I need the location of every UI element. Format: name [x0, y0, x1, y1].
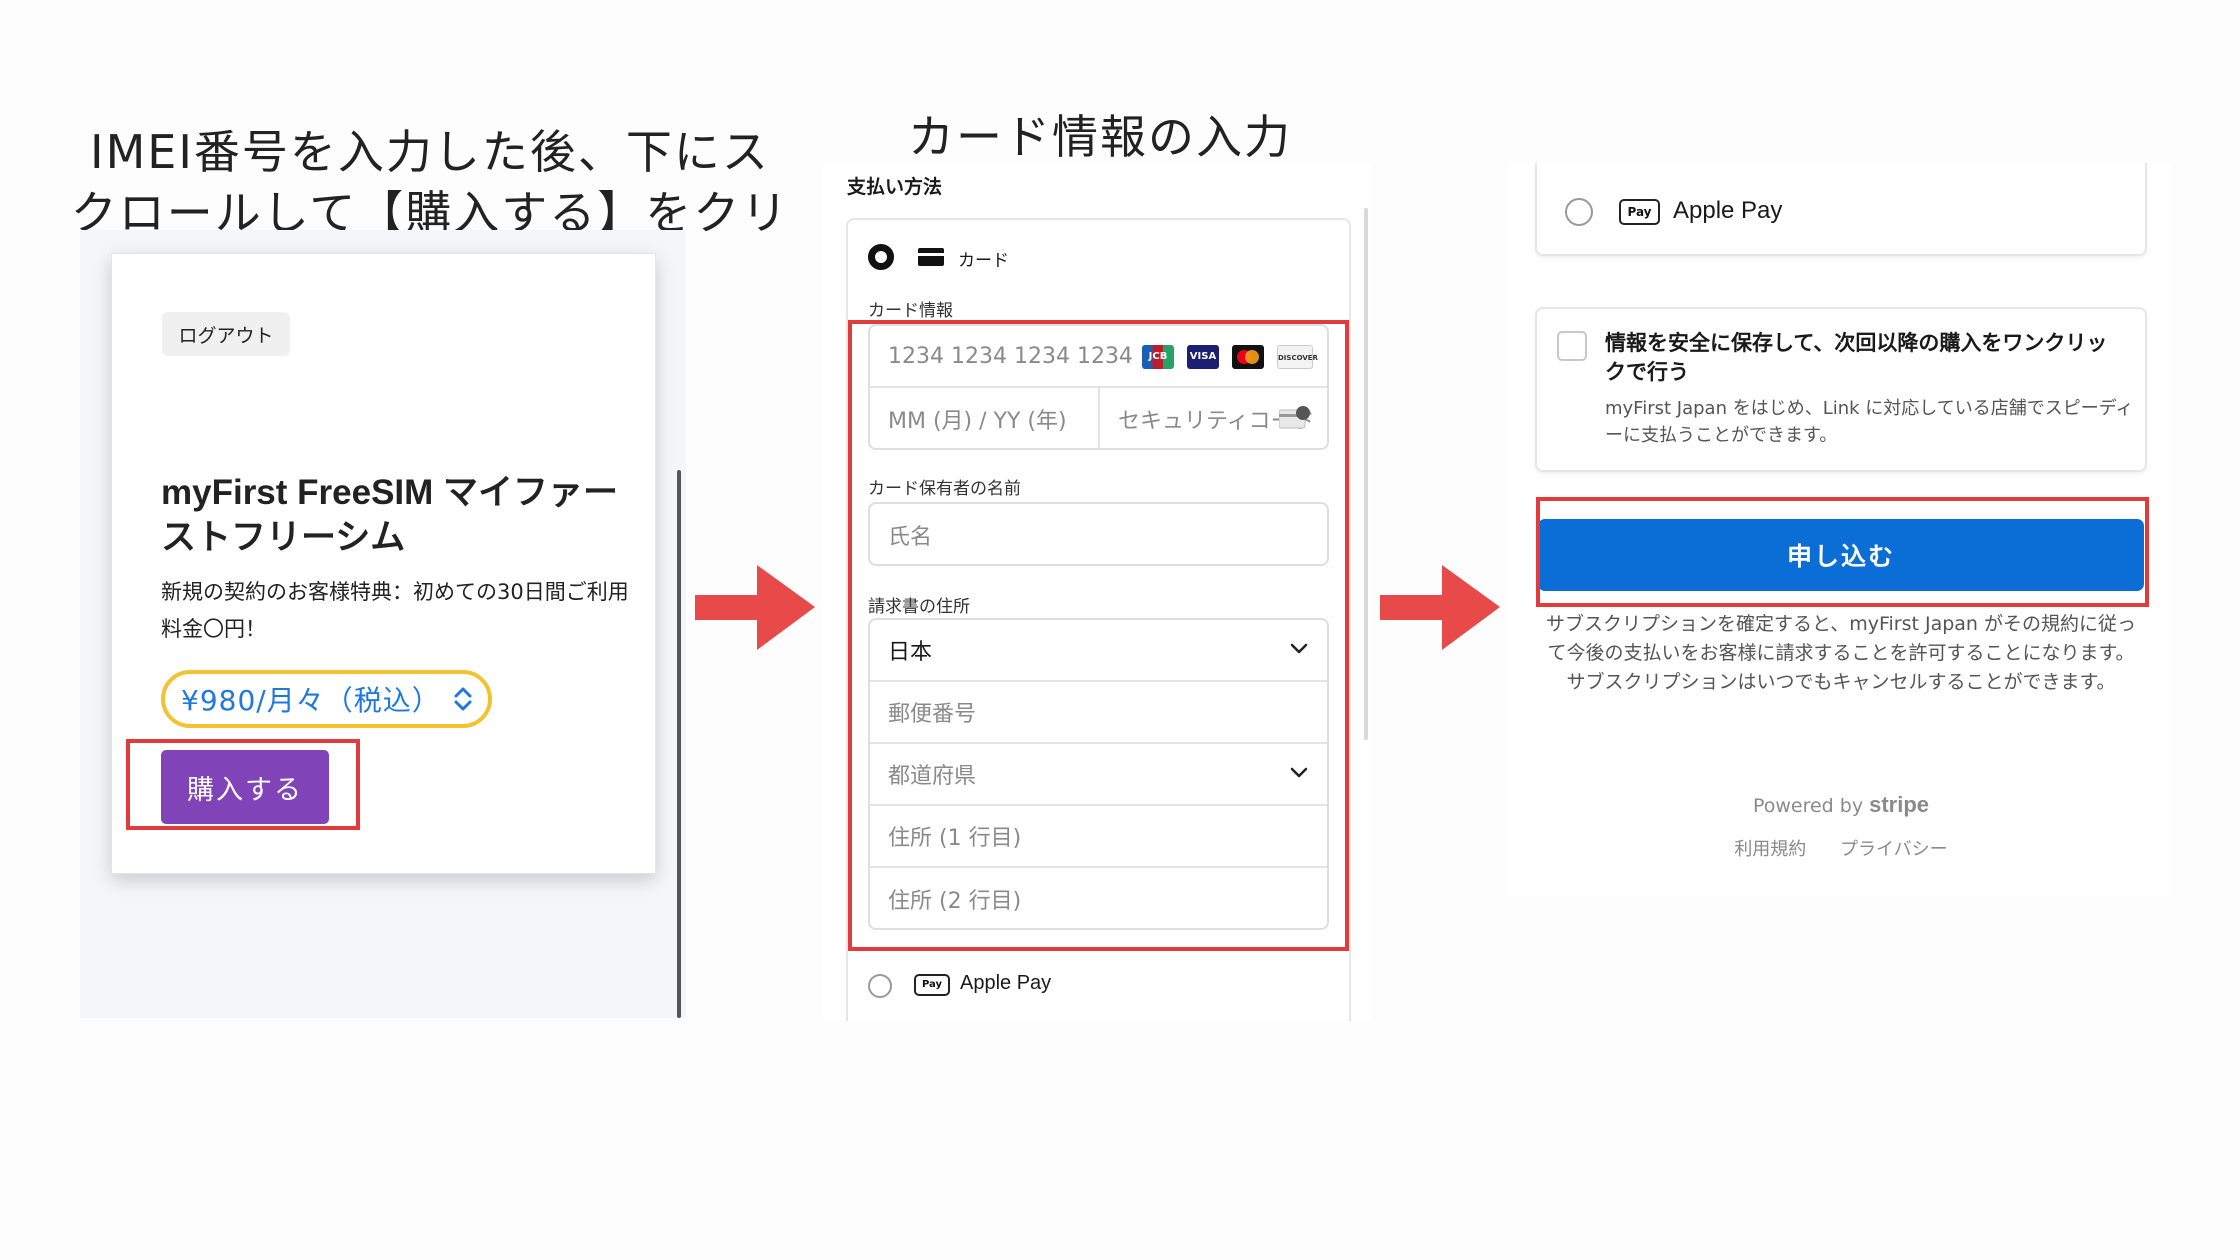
- card-radio-selected[interactable]: [868, 244, 894, 270]
- arrow-right-icon: [695, 565, 815, 650]
- apply-highlight-box: [1536, 497, 2149, 607]
- product-description: 新規の契約のお客様特典：初めての30日間ご利用料金〇円！: [161, 580, 629, 641]
- footer-links: 利用規約 プライバシー: [1538, 835, 2144, 861]
- price-plan-select[interactable]: ¥980/月々（税込）: [161, 670, 492, 728]
- apple-pay-badge-text: Pay: [921, 979, 943, 990]
- apple-pay-radio[interactable]: [1565, 198, 1593, 226]
- payment-method-heading: 支払い方法: [847, 176, 943, 198]
- save-info-title: 情報を安全に保存して、次回以降の購入をワンクリックで行う: [1605, 331, 2108, 384]
- payment-form-scrollbar[interactable]: [1364, 208, 1368, 740]
- product-title: myFirst FreeSIM マイファーストフリーシム: [161, 473, 619, 557]
- apple-pay-icon: Pay: [1619, 199, 1660, 225]
- privacy-link[interactable]: プライバシー: [1840, 839, 1948, 860]
- purchase-highlight-box: [126, 739, 360, 830]
- save-info-description: myFirst Japan をはじめ、Link に対応している店舗でスピーディー…: [1605, 398, 2134, 446]
- credit-card-icon: [918, 248, 944, 266]
- apple-pay-radio[interactable]: [868, 974, 892, 998]
- save-info-checkbox[interactable]: [1557, 331, 1587, 361]
- terms-link[interactable]: 利用規約: [1734, 839, 1806, 860]
- apple-pay-label: Apple Pay: [960, 972, 1052, 994]
- chevron-up-down-icon: [454, 687, 472, 711]
- card-info-highlight-box: [848, 320, 1349, 951]
- powered-by-stripe[interactable]: Powered by stripe: [1538, 792, 2144, 818]
- subscription-terms-text: サブスクリプションを確定すると、myFirst Japan がその規約に従って今…: [1545, 613, 2137, 693]
- card-option-label: カード: [958, 251, 1009, 271]
- stripe-logo: stripe: [1869, 792, 1930, 817]
- arrow-right-icon: [1380, 565, 1500, 650]
- save-info-card: 情報を安全に保存して、次回以降の購入をワンクリックで行う myFirst Jap…: [1535, 307, 2147, 472]
- logout-button[interactable]: ログアウト: [162, 312, 290, 356]
- card-info-label: カード情報: [868, 301, 953, 321]
- powered-by-text: Powered by: [1752, 795, 1864, 817]
- apple-pay-option-card[interactable]: Pay Apple Pay: [1535, 163, 2147, 256]
- apple-pay-icon: Pay: [914, 974, 950, 996]
- apple-pay-badge-text: Pay: [1627, 205, 1652, 219]
- step2-caption: カード情報の入力: [908, 110, 1292, 164]
- product-page-scrollbar[interactable]: [677, 470, 681, 1018]
- apple-pay-label: Apple Pay: [1673, 197, 1783, 224]
- price-plan-value: ¥980/月々（税込）: [181, 684, 441, 717]
